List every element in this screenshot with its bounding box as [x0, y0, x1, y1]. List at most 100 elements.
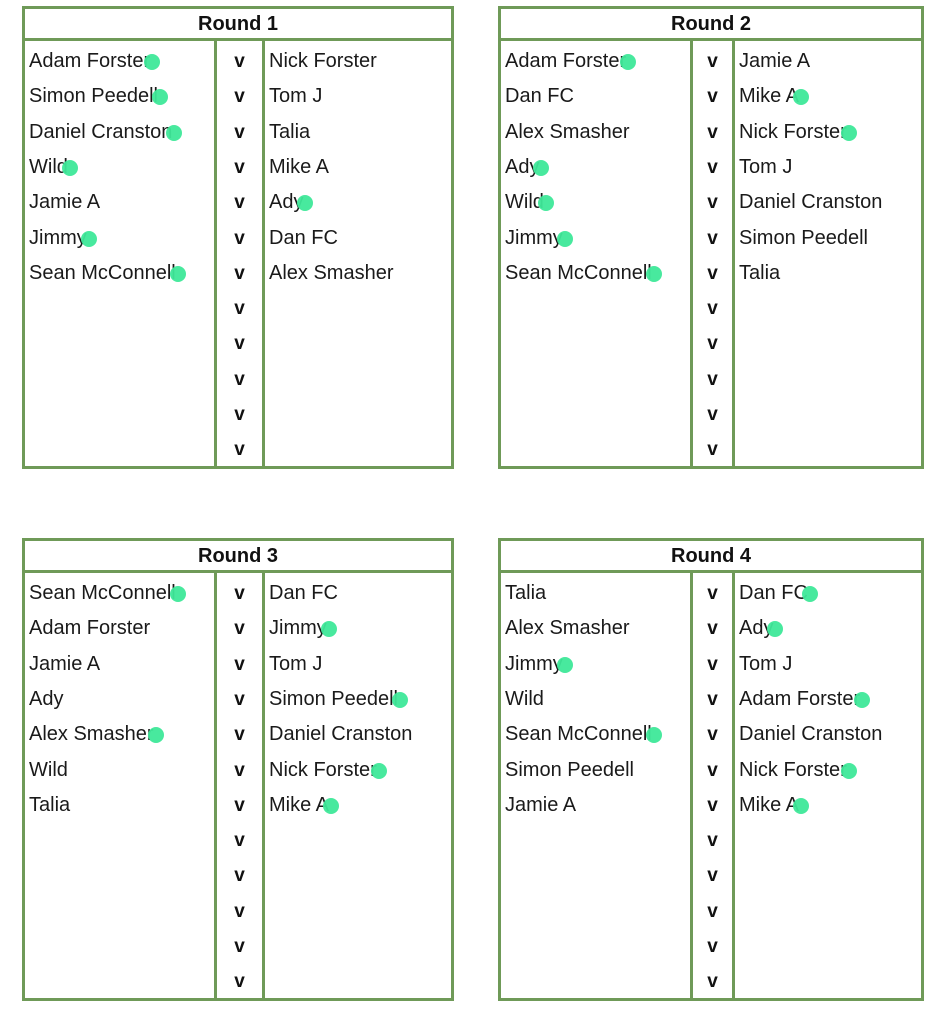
versus-label: v: [234, 51, 245, 72]
versus-label: v: [234, 583, 245, 604]
versus-label: v: [707, 688, 718, 710]
away-player-cell: [735, 326, 921, 361]
versus-label: v: [707, 830, 718, 852]
away-player-cell: [735, 894, 921, 929]
versus-column: vvvvvvvvvvvv: [690, 573, 735, 998]
versus-label: v: [707, 900, 718, 922]
home-player-cell: Adam Forster: [501, 44, 692, 79]
home-player-cell: Ady: [501, 150, 692, 185]
home-player-cell: [25, 362, 215, 397]
away-player-cell: Ady: [735, 611, 921, 646]
home-player-cell: Sean McConnell: [501, 717, 692, 752]
versus-label: v: [234, 121, 245, 143]
away-player-cell: [265, 929, 451, 964]
round-title: Round 4: [501, 541, 921, 573]
versus-label: v: [234, 724, 245, 746]
selection-marker-icon: [297, 195, 314, 212]
away-player-cell: Mike A: [269, 155, 330, 178]
home-player-cell: Alex Smasher: [505, 617, 630, 640]
versus-label: v: [234, 971, 245, 993]
round-title: Round 3: [25, 541, 451, 573]
versus-label: v: [234, 759, 245, 781]
round-3-table: Round 3 Sean McConnell Adam Forster Jamie …: [22, 538, 454, 1001]
away-player-cell: Jimmy: [265, 611, 451, 646]
selection-marker-icon: [169, 586, 186, 602]
selection-marker-icon: [533, 159, 550, 176]
away-player-cell: Tom J: [739, 652, 793, 675]
versus-label: v: [234, 192, 245, 214]
home-player-cell: [501, 964, 692, 999]
away-player-cell: [735, 929, 921, 964]
selection-marker-icon: [645, 727, 662, 744]
versus-label: v: [707, 439, 718, 461]
away-player-cell: Tom J: [269, 652, 323, 675]
selection-marker-icon: [793, 89, 810, 106]
away-player-cell: [265, 858, 451, 893]
versus-label: v: [707, 759, 718, 781]
home-player-cell: [25, 326, 215, 361]
away-player-cell: Mike A: [265, 788, 451, 823]
away-player-cell: Simon Peedell: [739, 226, 868, 249]
versus-label: v: [234, 227, 245, 249]
round-body: Adam Forster Dan FC Alex Smasher Ady Wild Jim…: [501, 41, 921, 466]
away-player-cell: Mike A: [735, 79, 921, 114]
selection-marker-icon: [620, 54, 637, 70]
versus-label: v: [234, 86, 245, 108]
away-player-cell: Adam Forster: [735, 682, 921, 717]
home-player-cell: [501, 432, 692, 467]
home-player-cell: Daniel Cranston: [25, 115, 215, 150]
away-player-cell: Nick Forster: [735, 753, 921, 788]
versus-label: v: [234, 865, 245, 887]
home-player-cell: [501, 823, 692, 858]
home-player-cell: [25, 432, 215, 467]
home-player-cell: Talia: [505, 582, 547, 604]
home-player-cell: Jamie A: [29, 652, 101, 675]
selection-marker-icon: [320, 621, 337, 638]
home-player-cell: [25, 823, 215, 858]
versus-label: v: [234, 794, 245, 816]
home-player-cell: Adam Forster: [29, 617, 151, 640]
round-body: Talia Alex Smasher Jimmy Wild Sean McConnell…: [501, 573, 921, 998]
away-player-cell: Nick Forster: [735, 115, 921, 150]
versus-label: v: [707, 227, 718, 249]
away-player-cell: Nick Forster: [265, 753, 451, 788]
away-player-cell: Daniel Cranston: [269, 723, 413, 746]
home-player-cell: Wild: [501, 185, 692, 220]
selection-marker-icon: [854, 691, 871, 708]
versus-label: v: [707, 653, 718, 675]
versus-label: v: [707, 865, 718, 887]
home-player-cell: Jimmy: [501, 647, 692, 682]
away-player-cell: [735, 858, 921, 893]
selection-marker-icon: [793, 797, 810, 814]
away-player-cell: Talia: [269, 120, 311, 143]
versus-label: v: [234, 156, 245, 178]
versus-label: v: [234, 688, 245, 710]
away-column: Dan FC Ady Tom J Adam Forster Daniel Cransto…: [735, 573, 921, 998]
away-player-cell: [265, 291, 451, 326]
away-player-cell: Tom J: [269, 85, 323, 108]
home-player-cell: Jimmy: [501, 221, 692, 256]
versus-label: v: [234, 900, 245, 922]
away-player-cell: [265, 397, 451, 432]
selection-marker-icon: [147, 727, 164, 744]
away-player-cell: Dan FC: [269, 582, 338, 604]
versus-label: v: [707, 618, 718, 640]
versus-label: v: [707, 333, 718, 355]
away-player-cell: [735, 964, 921, 999]
selection-marker-icon: [166, 124, 183, 141]
versus-label: v: [234, 618, 245, 640]
home-player-cell: Talia: [29, 793, 71, 816]
selection-marker-icon: [556, 656, 573, 673]
home-player-cell: Jimmy: [25, 221, 215, 256]
home-column: Sean McConnell Adam Forster Jamie A Ady Alex…: [25, 573, 215, 998]
away-player-cell: [265, 362, 451, 397]
away-player-cell: Jamie A: [739, 50, 811, 72]
versus-label: v: [707, 583, 718, 604]
versus-label: v: [707, 156, 718, 178]
away-column: Jamie A Mike A Nick Forster Tom J Daniel Cra…: [735, 41, 921, 466]
away-player-cell: [265, 894, 451, 929]
versus-label: v: [234, 368, 245, 390]
selection-marker-icon: [537, 195, 554, 212]
home-player-cell: [25, 894, 215, 929]
versus-label: v: [234, 936, 245, 957]
